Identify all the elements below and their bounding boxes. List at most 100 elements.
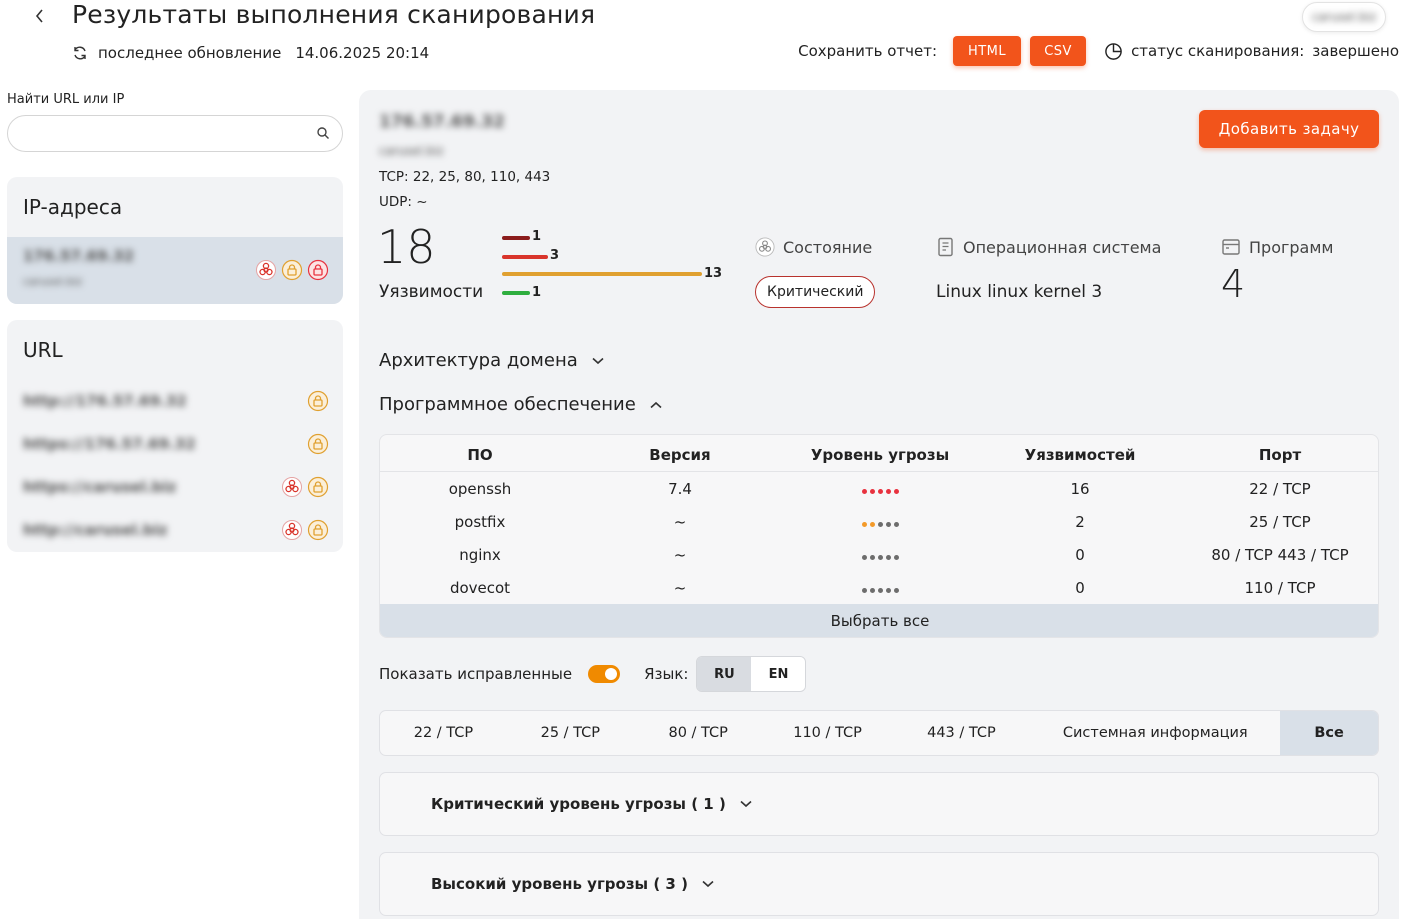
ip-status-icons	[255, 259, 329, 281]
search-label: Найти URL или IP	[7, 92, 125, 107]
high-threat-group[interactable]: Высокий уровень угрозы ( 3 )	[379, 852, 1379, 916]
table-row[interactable]: postfix ~ 2 25 / TCP	[380, 505, 1378, 538]
language-label: Язык:	[644, 665, 689, 683]
user-name: carusel.biz	[1311, 10, 1377, 24]
url-list-item[interactable]: https://carusel.biz	[23, 474, 329, 500]
tab-port-110[interactable]: 110 / TCP	[763, 711, 893, 755]
url-list-title: URL	[23, 338, 63, 362]
column-header[interactable]: Уязвимостей	[980, 446, 1180, 464]
lang-ru-button[interactable]: RU	[697, 657, 752, 691]
url-text: http://carusel.biz	[23, 521, 168, 539]
software-port: 110 / TCP	[1244, 578, 1316, 597]
os-label: Операционная система	[963, 237, 1162, 257]
software-version: 7.4	[668, 479, 692, 498]
user-menu[interactable]: carusel.biz	[1302, 2, 1386, 32]
url-text: http://176.57.69.32	[23, 392, 187, 410]
save-html-button[interactable]: HTML	[953, 36, 1022, 66]
programs-label: Программ	[1249, 237, 1334, 257]
column-header[interactable]: ПО	[380, 446, 580, 464]
table-row[interactable]: dovecot ~ 0 110 / TCP	[380, 571, 1378, 604]
biohazard-icon	[281, 476, 303, 498]
last-update-label: последнее обновление	[98, 44, 282, 62]
udp-ports: UDP: ~	[379, 194, 428, 210]
window-icon	[1222, 239, 1240, 255]
software-label: Программное обеспечение	[379, 394, 636, 415]
ip-list-item[interactable]: 176.57.69.32 carusel.biz	[7, 237, 343, 304]
column-header[interactable]: Уровень угрозы	[780, 446, 980, 464]
table-row[interactable]: openssh 7.4 16 22 / TCP	[380, 472, 1378, 505]
vulnerability-total: 18	[377, 220, 436, 274]
page-title: Результаты выполнения сканирования	[72, 0, 596, 29]
threat-dot	[861, 521, 867, 527]
last-update-value: 14.06.2025 20:14	[295, 44, 430, 62]
show-fixed-label: Показать исправленные	[379, 665, 573, 683]
refresh-icon[interactable]	[72, 45, 88, 61]
url-text: https://176.57.69.32	[23, 435, 196, 453]
severity-bar-critical	[502, 236, 530, 240]
tab-port-22[interactable]: 22 / TCP	[380, 711, 507, 755]
column-header[interactable]: Порт	[1180, 446, 1378, 464]
lang-en-button[interactable]: EN	[751, 657, 806, 691]
threat-dot	[861, 488, 867, 494]
software-version: ~	[673, 545, 687, 564]
tcp-ports: TCP: 22, 25, 80, 110, 443	[379, 169, 551, 185]
vulnerability-label: Уязвимости	[379, 282, 484, 302]
threat-level-dots	[861, 554, 899, 560]
lock-critical-icon	[307, 259, 329, 281]
threat-dot	[869, 554, 875, 560]
select-all-button[interactable]: Выбрать все	[380, 604, 1378, 637]
architecture-label: Архитектура домена	[379, 350, 578, 371]
state-label: Состояние	[783, 237, 873, 257]
tab-port-443[interactable]: 443 / TCP	[893, 711, 1031, 755]
save-csv-button[interactable]: CSV	[1030, 36, 1087, 66]
url-list-item[interactable]: http://carusel.biz	[23, 517, 329, 543]
software-toggle[interactable]: Программное обеспечение	[379, 394, 662, 415]
critical-threat-group[interactable]: Критический уровень угрозы ( 1 )	[379, 772, 1379, 836]
table-header: ПО Версия Уровень угрозы Уязвимостей Пор…	[380, 439, 1378, 472]
severity-count-high: 3	[550, 248, 560, 263]
threat-dot	[885, 554, 891, 560]
chevron-down-icon	[740, 800, 752, 808]
state-block: Состояние	[755, 237, 872, 257]
lock-warning-icon	[307, 519, 329, 541]
tab-port-80[interactable]: 80 / TCP	[634, 711, 763, 755]
software-port: 22 / TCP	[1249, 479, 1311, 498]
tab-all[interactable]: Все	[1280, 711, 1378, 755]
threat-group-label: Высокий уровень угрозы ( 3 )	[431, 875, 688, 893]
threat-dot	[885, 488, 891, 494]
threat-dot	[877, 488, 883, 494]
tab-system-info[interactable]: Системная информация	[1030, 711, 1280, 755]
url-list-item[interactable]: http://176.57.69.32	[23, 388, 329, 414]
host-ip: 176.57.69.32	[379, 112, 505, 132]
scan-status-value: завершено	[1312, 42, 1399, 60]
threat-dot	[893, 488, 899, 494]
severity-count-critical: 1	[532, 229, 542, 244]
programs-count: 4	[1221, 262, 1246, 306]
chevron-left-icon	[35, 9, 43, 23]
vuln-count: 2	[1075, 512, 1085, 531]
threat-level-dots	[861, 587, 899, 593]
back-button[interactable]	[28, 4, 52, 28]
table-row[interactable]: nginx ~ 0 80 / TCP 443 / TCP	[380, 538, 1378, 571]
architecture-toggle[interactable]: Архитектура домена	[379, 350, 604, 371]
lock-warning-icon	[307, 433, 329, 455]
threat-level-dots	[861, 521, 899, 527]
software-table: ПО Версия Уровень угрозы Уязвимостей Пор…	[379, 434, 1379, 638]
threat-dot	[869, 587, 875, 593]
url-list-item[interactable]: https://176.57.69.32	[23, 431, 329, 457]
threat-dot	[877, 554, 883, 560]
threat-dot	[885, 521, 891, 527]
save-report-label: Сохранить отчет:	[798, 42, 938, 60]
search-icon[interactable]	[316, 126, 330, 140]
add-task-button[interactable]: Добавить задачу	[1199, 110, 1379, 148]
ip-list-title: IP-адреса	[23, 195, 123, 219]
threat-level-dots	[861, 488, 899, 494]
threat-dot	[869, 488, 875, 494]
column-header[interactable]: Версия	[580, 446, 780, 464]
tab-port-25[interactable]: 25 / TCP	[507, 711, 634, 755]
show-fixed-toggle[interactable]	[588, 665, 621, 683]
vuln-count: 0	[1075, 578, 1085, 597]
severity-bar-medium	[502, 272, 702, 276]
host-details-panel: 176.57.69.32 carusel.biz TCP: 22, 25, 80…	[359, 90, 1399, 919]
search-input[interactable]	[22, 116, 312, 151]
